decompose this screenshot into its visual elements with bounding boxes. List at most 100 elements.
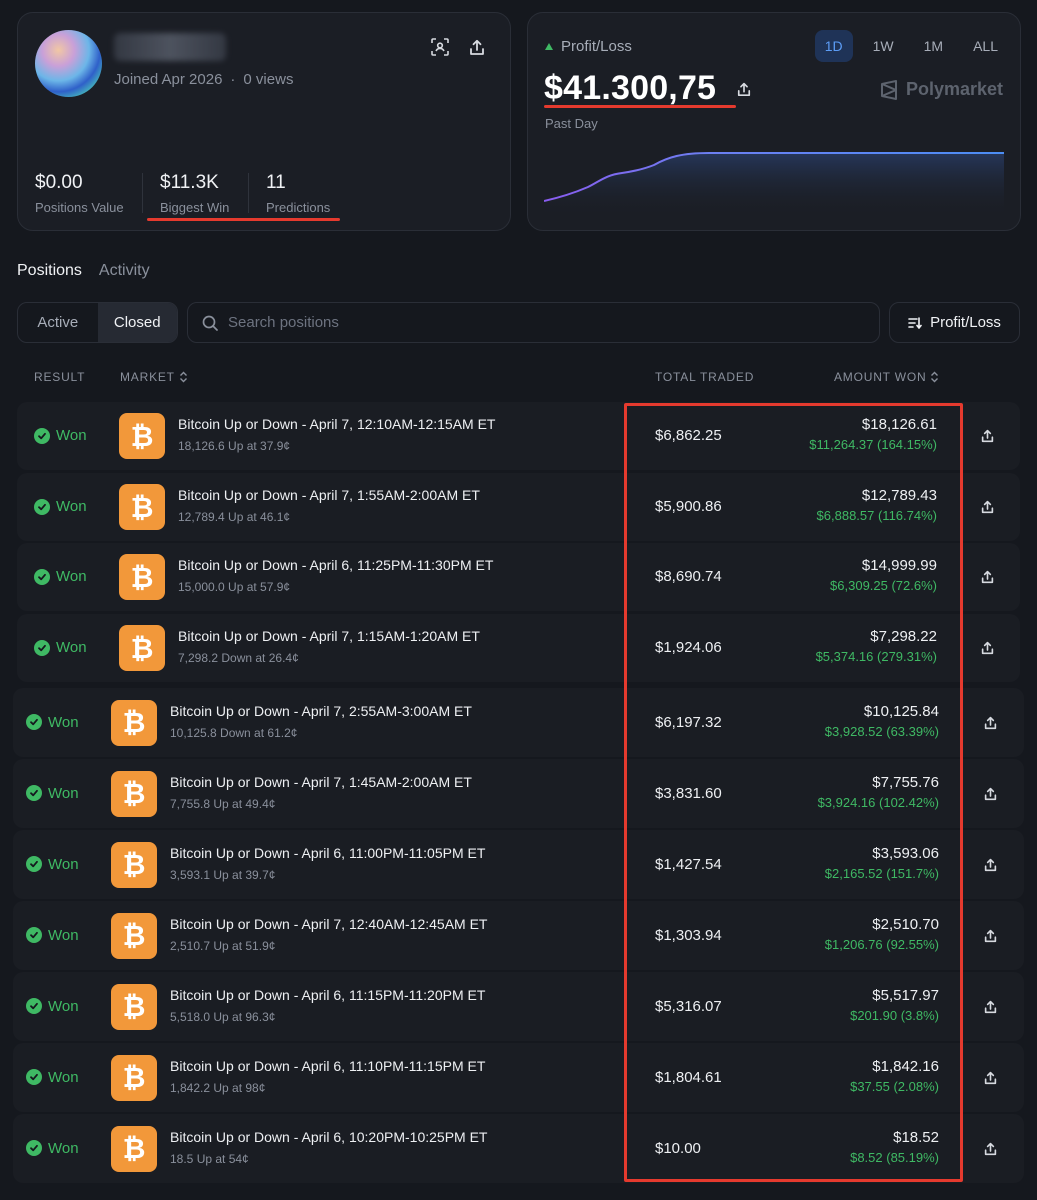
result-label: Won <box>56 568 87 585</box>
total-traded: $1,804.61 <box>655 1068 722 1086</box>
result-label: Won <box>56 498 87 515</box>
share-icon[interactable] <box>980 1139 1000 1159</box>
divider <box>142 173 143 213</box>
table-row[interactable]: Won ₿ Bitcoin Up or Down - April 6, 11:10P… <box>13 1043 1024 1112</box>
total-traded: $6,862.25 <box>655 427 722 444</box>
stat-label: Positions Value <box>35 200 124 215</box>
bitcoin-icon: ₿ <box>119 554 165 600</box>
share-icon[interactable] <box>977 497 997 517</box>
amount-won-value: $7,298.22 <box>870 628 937 645</box>
avatar <box>35 30 102 97</box>
col-header-market[interactable]: MARKET <box>120 370 188 384</box>
total-traded: $10.00 <box>655 1139 701 1157</box>
sort-chevrons-icon <box>931 371 939 383</box>
market-position: 5,518.0 Up at 96.3¢ <box>170 1009 276 1024</box>
share-icon[interactable] <box>980 926 1000 946</box>
total-traded: $1,924.06 <box>655 639 722 656</box>
market-position: 10,125.8 Down at 61.2¢ <box>170 725 298 740</box>
table-row[interactable]: Won ₿ Bitcoin Up or Down - April 6, 10:20P… <box>13 1114 1024 1183</box>
share-icon[interactable] <box>980 784 1000 804</box>
polymarket-logo-icon <box>880 79 897 100</box>
sort-button[interactable]: Profit/Loss <box>889 302 1020 343</box>
profile-meta: Joined Apr 2026 · 0 views <box>114 71 293 88</box>
market-title[interactable]: Bitcoin Up or Down - April 7, 1:55AM-2:0… <box>178 487 480 503</box>
result-badge: Won <box>26 714 79 731</box>
stat-label: Biggest Win <box>160 200 230 215</box>
tab-activity[interactable]: Activity <box>99 262 150 280</box>
tab-positions[interactable]: Positions <box>17 262 82 280</box>
table-row[interactable]: Won ₿ Bitcoin Up or Down - April 6, 11:15P… <box>13 972 1024 1041</box>
market-title[interactable]: Bitcoin Up or Down - April 7, 2:55AM-3:0… <box>170 703 472 719</box>
check-icon <box>34 568 50 585</box>
pnl-label: Profit/Loss <box>561 38 632 55</box>
share-icon[interactable] <box>977 638 997 658</box>
divider <box>248 173 249 213</box>
share-icon[interactable] <box>980 855 1000 875</box>
market-title[interactable]: Bitcoin Up or Down - April 6, 11:25PM-11… <box>178 557 493 573</box>
share-icon[interactable] <box>977 426 997 446</box>
profit-value: $1,206.76 (92.55%) <box>824 936 939 952</box>
market-title[interactable]: Bitcoin Up or Down - April 7, 12:40AM-12… <box>170 916 487 932</box>
amount-won: $14,999.99 $6,309.25 (72.6%) <box>737 557 937 593</box>
closed-filter-button[interactable]: Closed <box>97 303 177 342</box>
range-tab-all[interactable]: ALL <box>963 30 1008 62</box>
active-filter-button[interactable]: Active <box>18 303 98 342</box>
bitcoin-icon: ₿ <box>111 1054 157 1101</box>
result-label: Won <box>56 427 87 444</box>
bitcoin-icon: ₿ <box>111 1125 157 1172</box>
total-traded: $5,900.86 <box>655 498 722 515</box>
amount-won: $2,510.70 $1,206.76 (92.55%) <box>739 916 939 952</box>
market-title[interactable]: Bitcoin Up or Down - April 6, 11:10PM-11… <box>170 1058 485 1074</box>
table-row[interactable]: Won ₿ Bitcoin Up or Down - April 7, 12:40A… <box>13 901 1024 970</box>
table-row[interactable]: Won ₿ Bitcoin Up or Down - April 7, 2:55AM… <box>13 688 1024 757</box>
table-row[interactable]: Won ₿ Bitcoin Up or Down - April 7, 1:55AM… <box>17 473 1020 541</box>
result-badge: Won <box>26 1140 79 1157</box>
check-icon <box>26 785 42 801</box>
amount-won-value: $3,593.06 <box>872 844 939 862</box>
check-icon <box>26 927 42 943</box>
pnl-value: $41.300,75 <box>544 69 717 107</box>
market-title[interactable]: Bitcoin Up or Down - April 7, 12:10AM-12… <box>178 416 495 432</box>
result-label: Won <box>48 1068 79 1086</box>
market-title[interactable]: Bitcoin Up or Down - April 6, 11:15PM-11… <box>170 987 485 1003</box>
table-row[interactable]: Won ₿ Bitcoin Up or Down - April 6, 11:25P… <box>17 543 1020 611</box>
market-title[interactable]: Bitcoin Up or Down - April 6, 11:00PM-11… <box>170 845 485 861</box>
scan-icon[interactable] <box>428 35 452 59</box>
share-icon[interactable] <box>465 35 489 59</box>
amount-won-value: $14,999.99 <box>861 557 937 574</box>
table-row[interactable]: Won ₿ Bitcoin Up or Down - April 7, 12:10A… <box>17 402 1020 470</box>
profit-value: $6,309.25 (72.6%) <box>830 578 937 593</box>
col-header-total-traded: TOTAL TRADED <box>655 370 755 384</box>
share-icon[interactable] <box>977 567 997 587</box>
market-title[interactable]: Bitcoin Up or Down - April 6, 10:20PM-10… <box>170 1129 487 1145</box>
profit-value: $6,888.57 (116.74%) <box>816 508 937 523</box>
result-label: Won <box>48 855 79 873</box>
profit-value: $2,165.52 (151.7%) <box>824 865 939 881</box>
table-row[interactable]: Won ₿ Bitcoin Up or Down - April 7, 1:15AM… <box>17 614 1020 682</box>
market-position: 18.5 Up at 54¢ <box>170 1151 249 1166</box>
stat-value: $11.3K <box>160 172 219 193</box>
range-tab-1d[interactable]: 1D <box>814 30 853 62</box>
status-toggle: Active Closed <box>17 302 178 343</box>
table-row[interactable]: Won ₿ Bitcoin Up or Down - April 6, 11:00P… <box>13 830 1024 899</box>
market-position: 7,298.2 Down at 26.4¢ <box>178 651 299 665</box>
market-title[interactable]: Bitcoin Up or Down - April 7, 1:15AM-1:2… <box>178 628 480 644</box>
market-position: 15,000.0 Up at 57.9¢ <box>178 580 291 594</box>
range-tab-1w[interactable]: 1W <box>863 30 904 62</box>
table-row[interactable]: Won ₿ Bitcoin Up or Down - April 7, 1:45AM… <box>13 759 1024 828</box>
check-icon <box>26 714 42 730</box>
share-icon[interactable] <box>980 1068 1000 1088</box>
share-icon[interactable] <box>732 77 756 101</box>
share-icon[interactable] <box>980 713 1000 733</box>
share-icon[interactable] <box>980 997 1000 1017</box>
search-input[interactable] <box>228 314 828 331</box>
range-tabs: 1D 1W 1M ALL <box>814 30 1008 62</box>
result-badge: Won <box>34 639 87 656</box>
range-tab-1m[interactable]: 1M <box>914 30 953 62</box>
check-icon <box>34 639 50 656</box>
market-title[interactable]: Bitcoin Up or Down - April 7, 1:45AM-2:0… <box>170 774 472 790</box>
total-traded: $6,197.32 <box>655 713 722 731</box>
profit-value: $3,928.52 (63.39%) <box>824 723 939 739</box>
col-header-amount-won[interactable]: AMOUNT WON <box>834 370 939 384</box>
amount-won-value: $7,755.76 <box>872 773 939 791</box>
